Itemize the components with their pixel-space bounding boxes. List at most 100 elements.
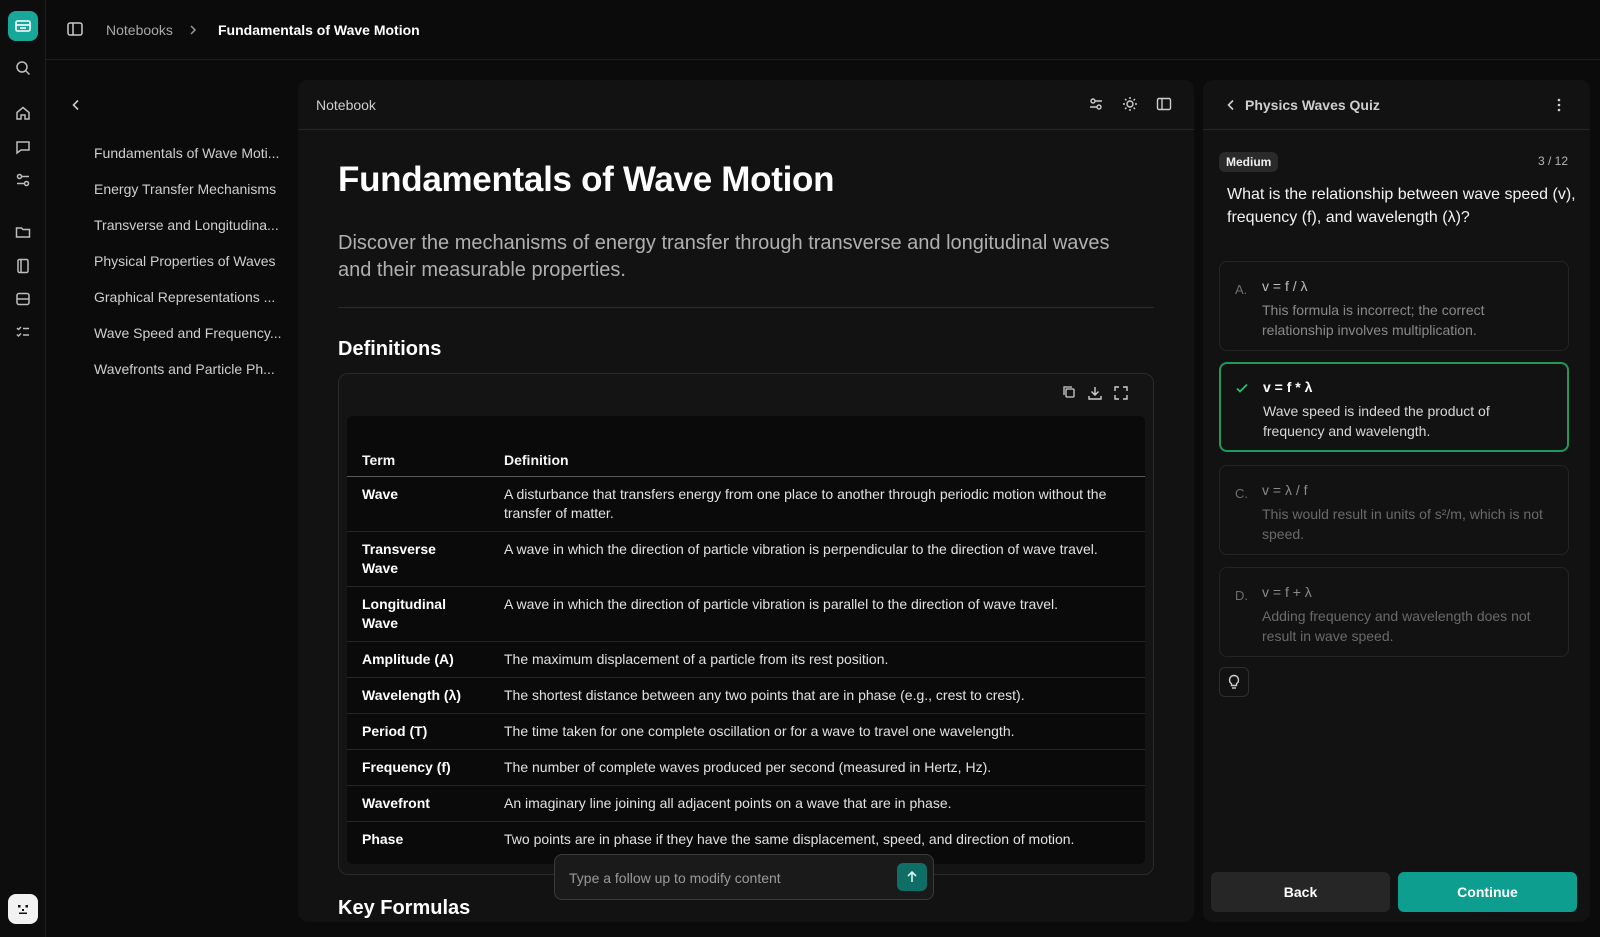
storage-icon[interactable]	[13, 289, 33, 309]
adjust-settings-icon[interactable]	[1088, 96, 1106, 114]
continue-button[interactable]: Continue	[1398, 872, 1577, 912]
table-row: Phase Two points are in phase if they ha…	[347, 822, 1145, 858]
home-icon[interactable]	[13, 103, 33, 123]
breadcrumb-current: Fundamentals of Wave Motion	[218, 22, 420, 38]
column-header-definition: Definition	[489, 444, 1145, 477]
answer-option-a[interactable]: A. v = f / λ This formula is incorrect; …	[1219, 261, 1569, 351]
section-heading-definitions: Definitions	[338, 338, 442, 360]
outline-item[interactable]: Energy Transfer Mechanisms	[94, 179, 284, 215]
notebook-header: Notebook	[298, 80, 1194, 130]
outline-item[interactable]: Wavefronts and Particle Ph...	[94, 359, 284, 395]
quiz-header: Physics Waves Quiz	[1203, 80, 1590, 130]
notebook-outline: Fundamentals of Wave Moti... Energy Tran…	[46, 60, 294, 937]
checklist-icon[interactable]	[13, 322, 33, 342]
top-bar: Notebooks Fundamentals of Wave Motion	[46, 0, 1600, 60]
definition-cell: The maximum displacement of a particle f…	[489, 641, 1145, 678]
copy-icon[interactable]	[1062, 385, 1078, 401]
table-row: Period (T) The time taken for one comple…	[347, 713, 1145, 750]
definition-cell: A wave in which the direction of particl…	[489, 586, 1145, 642]
search-icon[interactable]	[13, 58, 33, 78]
panel-layout-icon[interactable]	[1156, 96, 1174, 114]
send-button[interactable]	[897, 863, 927, 891]
option-formula: v = f / λ	[1262, 278, 1308, 294]
fullscreen-icon[interactable]	[1113, 385, 1129, 401]
settings-sliders-icon[interactable]	[13, 170, 33, 190]
notebook-header-title: Notebook	[316, 97, 376, 113]
definition-cell: The number of complete waves produced pe…	[489, 749, 1145, 786]
option-formula: v = f * λ	[1263, 379, 1313, 395]
answer-option-b[interactable]: v = f * λ Wave speed is indeed the produ…	[1219, 362, 1569, 452]
table-row: Longitudinal Wave A wave in which the di…	[347, 586, 1145, 642]
page-title: Fundamentals of Wave Motion	[338, 160, 835, 199]
term-cell: Phase	[362, 831, 404, 847]
option-formula: v = f + λ	[1262, 584, 1312, 600]
term-cell: Transverse Wave	[347, 531, 489, 587]
definition-cell: Two points are in phase if they have the…	[504, 831, 1075, 847]
table-row: Transverse Wave A wave in which the dire…	[347, 531, 1145, 587]
table-row: Wavelength (λ) The shortest distance bet…	[347, 677, 1145, 714]
option-letter: C.	[1235, 486, 1248, 501]
term-cell: Wave	[347, 476, 489, 532]
term-cell: Frequency (f)	[347, 749, 489, 786]
quiz-title: Physics Waves Quiz	[1245, 97, 1380, 113]
followup-input-bar	[554, 854, 934, 900]
table-header-row: Term Definition	[347, 444, 1145, 477]
definition-cell: An imaginary line joining all adjacent p…	[489, 785, 1145, 822]
folder-icon[interactable]	[13, 222, 33, 242]
term-cell: Wavefront	[347, 785, 489, 822]
option-explanation: This would result in units of s²/m, whic…	[1262, 506, 1543, 542]
chevron-left-icon[interactable]	[1223, 97, 1239, 113]
followup-input[interactable]	[569, 867, 879, 889]
chevron-right-icon	[186, 23, 200, 37]
user-avatar[interactable]	[8, 894, 38, 924]
definition-cell: A disturbance that transfers energy from…	[489, 476, 1145, 532]
table-row: Wavefront An imaginary line joining all …	[347, 785, 1145, 822]
breadcrumb-notebooks[interactable]: Notebooks	[106, 22, 173, 38]
answer-option-c[interactable]: C. v = λ / f This would result in units …	[1219, 465, 1569, 555]
arrow-up-icon	[907, 870, 917, 882]
checkmark-icon	[1235, 381, 1249, 395]
theme-sun-icon[interactable]	[1122, 96, 1140, 114]
page-subtitle: Discover the mechanisms of energy transf…	[338, 232, 1110, 281]
app-rail	[0, 0, 46, 937]
outline-item[interactable]: Wave Speed and Frequency...	[94, 323, 284, 359]
divider	[338, 307, 1154, 308]
chevron-left-icon[interactable]	[68, 97, 84, 113]
option-explanation: Adding frequency and wavelength does not…	[1262, 608, 1531, 644]
sidebar-toggle-icon[interactable]	[66, 20, 86, 40]
definitions-table-container: Term Definition Wave A disturbance that …	[347, 416, 1145, 864]
outline-item[interactable]: Transverse and Longitudina...	[94, 215, 284, 251]
option-formula: v = λ / f	[1262, 482, 1308, 498]
term-cell: Period (T)	[347, 713, 489, 750]
definition-cell: The time taken for one complete oscillat…	[489, 713, 1145, 750]
outline-item[interactable]: Fundamentals of Wave Moti...	[94, 143, 284, 179]
question-text: What is the relationship between wave sp…	[1227, 186, 1576, 226]
definition-cell: A wave in which the direction of particl…	[489, 531, 1145, 587]
definition-cell: The shortest distance between any two po…	[489, 677, 1145, 714]
outline-item[interactable]: Graphical Representations ...	[94, 287, 284, 323]
option-explanation: This formula is incorrect; the correct r…	[1262, 302, 1485, 338]
hint-lightbulb-icon[interactable]	[1219, 667, 1249, 697]
section-heading-key-formulas: Key Formulas	[338, 897, 471, 919]
option-letter: D.	[1235, 588, 1248, 603]
term-cell: Longitudinal Wave	[347, 586, 489, 642]
app-logo-icon[interactable]	[8, 11, 38, 41]
chat-icon[interactable]	[13, 137, 33, 157]
outline-item[interactable]: Physical Properties of Waves	[94, 251, 284, 287]
quiz-panel: Physics Waves Quiz Medium 3 / 12 What is…	[1203, 80, 1590, 922]
question-counter: 3 / 12	[1537, 154, 1568, 168]
table-row: Amplitude (A) The maximum displacement o…	[347, 641, 1145, 678]
definitions-table: Term Definition Wave A disturbance that …	[347, 444, 1145, 857]
option-explanation: Wave speed is indeed the product of freq…	[1263, 403, 1490, 439]
term-cell: Amplitude (A)	[347, 641, 489, 678]
download-icon[interactable]	[1087, 385, 1103, 401]
term-cell: Wavelength (λ)	[347, 677, 489, 714]
back-button[interactable]: Back	[1211, 872, 1390, 912]
answer-option-d[interactable]: D. v = f + λ Adding frequency and wavele…	[1219, 567, 1569, 657]
definitions-card: Term Definition Wave A disturbance that …	[338, 373, 1154, 875]
outline-list: Fundamentals of Wave Moti... Energy Tran…	[94, 143, 284, 395]
notebook-icon[interactable]	[13, 256, 33, 276]
more-vertical-icon[interactable]	[1550, 96, 1568, 114]
table-row: Frequency (f) The number of complete wav…	[347, 749, 1145, 786]
table-row: Wave A disturbance that transfers energy…	[347, 476, 1145, 532]
